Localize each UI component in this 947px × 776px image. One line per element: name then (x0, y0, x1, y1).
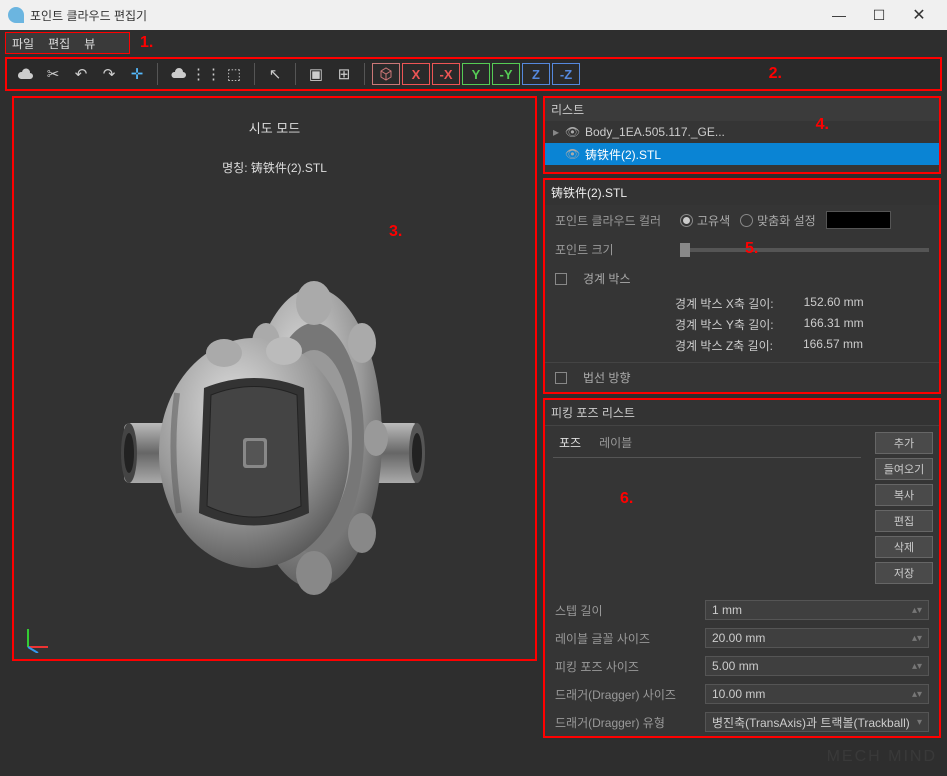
annotation-4: 4. (816, 116, 829, 134)
dragger-type-select[interactable]: 병진축(TransAxis)과 트랙볼(Trackball)▾ (705, 712, 929, 732)
bbox-label: 경계 박스 (583, 270, 631, 287)
color-label: 포인트 클라우드 컬러 (555, 212, 670, 229)
menu-file[interactable]: 파일 (12, 35, 34, 52)
axis-gizmo-icon (22, 623, 52, 653)
properties-panel: 铸铁件(2).STL 포인트 클라우드 컬러 고유색 맞춤화 설정 5. 포인트… (543, 178, 941, 394)
copy-button[interactable]: 복사 (875, 484, 933, 506)
radio-unique-color[interactable]: 고유색 (680, 212, 730, 229)
label-font-size-label: 레이블 글꼴 사이즈 (555, 630, 705, 647)
dragger-size-input[interactable]: 10.00 mm▴▾ (705, 684, 929, 704)
pick-pose-size-label: 피킹 포즈 사이즈 (555, 658, 705, 675)
close-button[interactable]: ✕ (899, 0, 939, 30)
minimize-button[interactable]: — (819, 0, 859, 30)
undo-icon[interactable]: ↶ (67, 61, 95, 87)
list-item-label: 铸铁件(2).STL (585, 146, 661, 163)
label-font-size-input[interactable]: 20.00 mm▴▾ (705, 628, 929, 648)
list-item[interactable]: ▸ 👁 Body_1EA.505.117._GE... (545, 121, 939, 143)
tab-pose[interactable]: 포즈 (553, 432, 587, 453)
list-item[interactable]: 👁 铸铁件(2).STL (545, 143, 939, 165)
cut-icon[interactable]: ✂ (39, 61, 67, 87)
annotation-5: 5. (745, 240, 758, 258)
visibility-icon[interactable]: 👁 (565, 125, 585, 139)
pointer-icon[interactable]: ↖ (261, 61, 289, 87)
delete-button[interactable]: 삭제 (875, 536, 933, 558)
point-size-label: 포인트 크기 (555, 241, 670, 258)
step-length-input[interactable]: 1 mm▴▾ (705, 600, 929, 620)
dragger-size-label: 드래거(Dragger) 사이즈 (555, 686, 705, 703)
save-button[interactable]: 저장 (875, 562, 933, 584)
point-size-slider[interactable] (680, 248, 929, 252)
radio-custom-color[interactable]: 맞춤화 설정 (740, 212, 816, 229)
list-item-label: Body_1EA.505.117._GE... (585, 125, 725, 139)
viewport-3d[interactable]: 시도 모드 명칭: 铸铁件(2).STL 3. (12, 96, 537, 661)
points-icon[interactable]: ⋮⋮ (192, 61, 220, 87)
add-button[interactable]: 추가 (875, 432, 933, 454)
cloud-icon[interactable] (11, 61, 39, 87)
axis-z-button[interactable]: Z (522, 63, 550, 85)
axis-neg-z-button[interactable]: -Z (552, 63, 580, 85)
window-title: 포인트 클라우드 편집기 (30, 7, 147, 24)
edit-button[interactable]: 편집 (875, 510, 933, 532)
cloud2-icon[interactable] (164, 61, 192, 87)
redo-icon[interactable]: ↷ (95, 61, 123, 87)
pick-pose-panel: 피킹 포즈 리스트 포즈 레이블 6. 추가 들여오기 복사 편집 삭제 저장 (543, 398, 941, 738)
watermark: MECH MIND (827, 748, 937, 766)
bbox-dimensions: 경계 박스 X축 길이:152.60 mm 경계 박스 Y축 길이:166.31… (675, 293, 939, 356)
normal-label: 법선 방향 (583, 369, 631, 386)
color-swatch[interactable] (826, 211, 891, 229)
axis-neg-y-button[interactable]: -Y (492, 63, 520, 85)
menu-edit[interactable]: 편집 (48, 35, 70, 52)
import-button[interactable]: 들여오기 (875, 458, 933, 480)
titlebar: 포인트 클라우드 편집기 — ☐ ✕ (0, 0, 947, 30)
expand-icon[interactable]: ▸ (553, 125, 565, 139)
props-header: 铸铁件(2).STL (545, 180, 939, 205)
move-icon[interactable]: ✛ (123, 61, 151, 87)
axis-neg-x-button[interactable]: -X (432, 63, 460, 85)
axis-y-button[interactable]: Y (462, 63, 490, 85)
maximize-button[interactable]: ☐ (859, 0, 899, 30)
bbox-checkbox[interactable] (555, 273, 567, 285)
object-list-panel: 리스트 ▸ 👁 Body_1EA.505.117._GE... 👁 铸铁件(2)… (543, 96, 941, 174)
app-logo-icon (8, 7, 24, 23)
model-render (119, 273, 429, 603)
pick-pose-size-input[interactable]: 5.00 mm▴▾ (705, 656, 929, 676)
menubar: 파일 편집 뷰 (5, 32, 130, 54)
pose-header: 피킹 포즈 리스트 (545, 400, 939, 426)
tab-label[interactable]: 레이블 (593, 432, 638, 453)
viewport-object-name: 명칭: 铸铁件(2).STL (14, 159, 535, 176)
annotation-1: 1. (140, 34, 153, 52)
normal-checkbox[interactable] (555, 372, 567, 384)
visibility-icon[interactable]: 👁 (565, 147, 585, 161)
select-box-icon[interactable]: ⬚ (220, 61, 248, 87)
shaded-cube-icon[interactable]: ▣ (302, 61, 330, 87)
viewport-mode-label: 시도 모드 (14, 118, 535, 137)
list-header: 리스트 (545, 98, 939, 121)
annotation-6: 6. (620, 490, 633, 508)
annotation-3: 3. (389, 223, 402, 241)
toolbar: ✂ ↶ ↷ ✛ ⋮⋮ ⬚ ↖ ▣ ⊞ X -X Y -Y Z -Z (5, 57, 942, 91)
annotation-2: 2. (769, 65, 782, 83)
dragger-type-label: 드래거(Dragger) 유형 (555, 714, 705, 731)
menu-view[interactable]: 뷰 (84, 35, 95, 52)
axis-x-button[interactable]: X (402, 63, 430, 85)
wireframe-cube-icon[interactable]: ⊞ (330, 61, 358, 87)
step-length-label: 스텝 길이 (555, 602, 705, 619)
axis-iso-button[interactable] (372, 63, 400, 85)
